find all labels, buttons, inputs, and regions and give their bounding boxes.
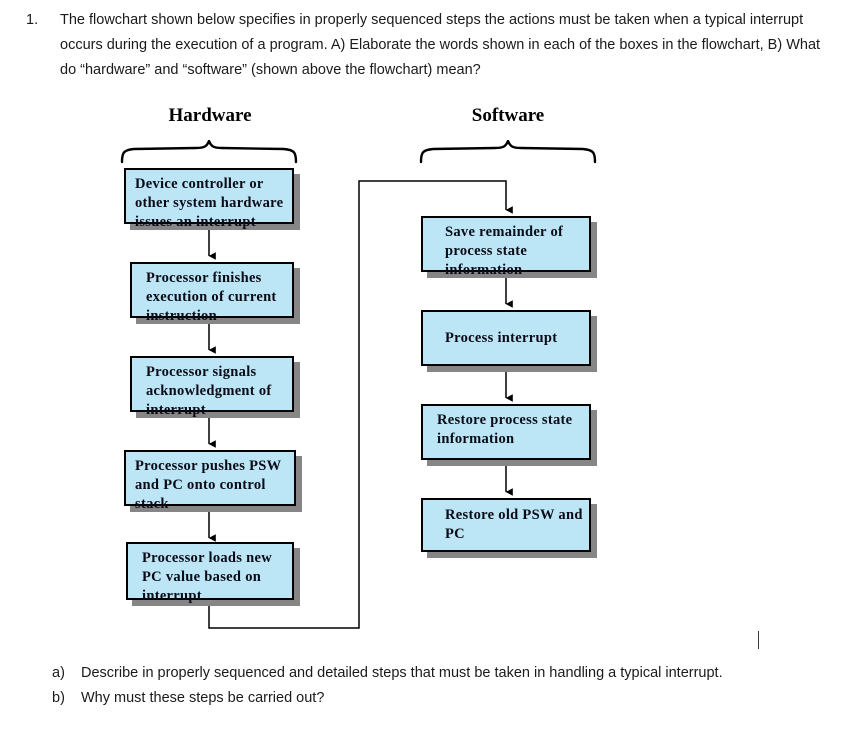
flow-box-hardware-4[interactable]: Processor pushes PSW and PC onto control…: [124, 450, 296, 512]
question-row: 1. The flowchart shown below specifies i…: [26, 8, 838, 83]
question-marker: 1.: [26, 12, 39, 28]
flow-box-software-3[interactable]: Restore process state information: [421, 404, 591, 460]
subquestion-marker-b: b): [52, 690, 65, 706]
flow-box-hardware-2[interactable]: Processor finishes execution of current …: [130, 262, 294, 324]
flow-box-hardware-3[interactable]: Processor signals acknowledgment of inte…: [130, 356, 294, 418]
flow-box-hardware-1[interactable]: Device controller or other system hardwa…: [124, 168, 294, 230]
flow-box-software-2[interactable]: Process interrupt: [421, 310, 591, 366]
subquestion-text-b: Why must these steps be carried out?: [81, 690, 325, 706]
subquestion-text-a: Describe in properly sequenced and detai…: [81, 665, 723, 681]
question-block: 1. The flowchart shown below specifies i…: [26, 8, 838, 83]
flow-box-hardware-5[interactable]: Processor loads new PC value based on in…: [126, 542, 294, 604]
column-title-hardware: Hardware: [168, 105, 252, 126]
subquestion-row-a: a) Describe in properly sequenced and de…: [52, 662, 832, 684]
brace-software: [419, 140, 597, 164]
flow-box-software-1[interactable]: Save remainder of process state informat…: [421, 216, 591, 278]
subquestions-block: a) Describe in properly sequenced and de…: [52, 662, 832, 712]
subquestion-marker-a: a): [52, 665, 65, 681]
subquestion-row-b: b) Why must these steps be carried out?: [52, 687, 832, 709]
text-cursor-caret: [758, 631, 759, 649]
column-title-software: Software: [471, 105, 545, 126]
brace-hardware: [120, 140, 298, 164]
flow-box-software-4[interactable]: Restore old PSW and PC: [421, 498, 591, 552]
question-text: The flowchart shown below specifies in p…: [60, 12, 821, 78]
interrupt-flowchart: Hardware Software Device controller or o…: [0, 0, 864, 745]
